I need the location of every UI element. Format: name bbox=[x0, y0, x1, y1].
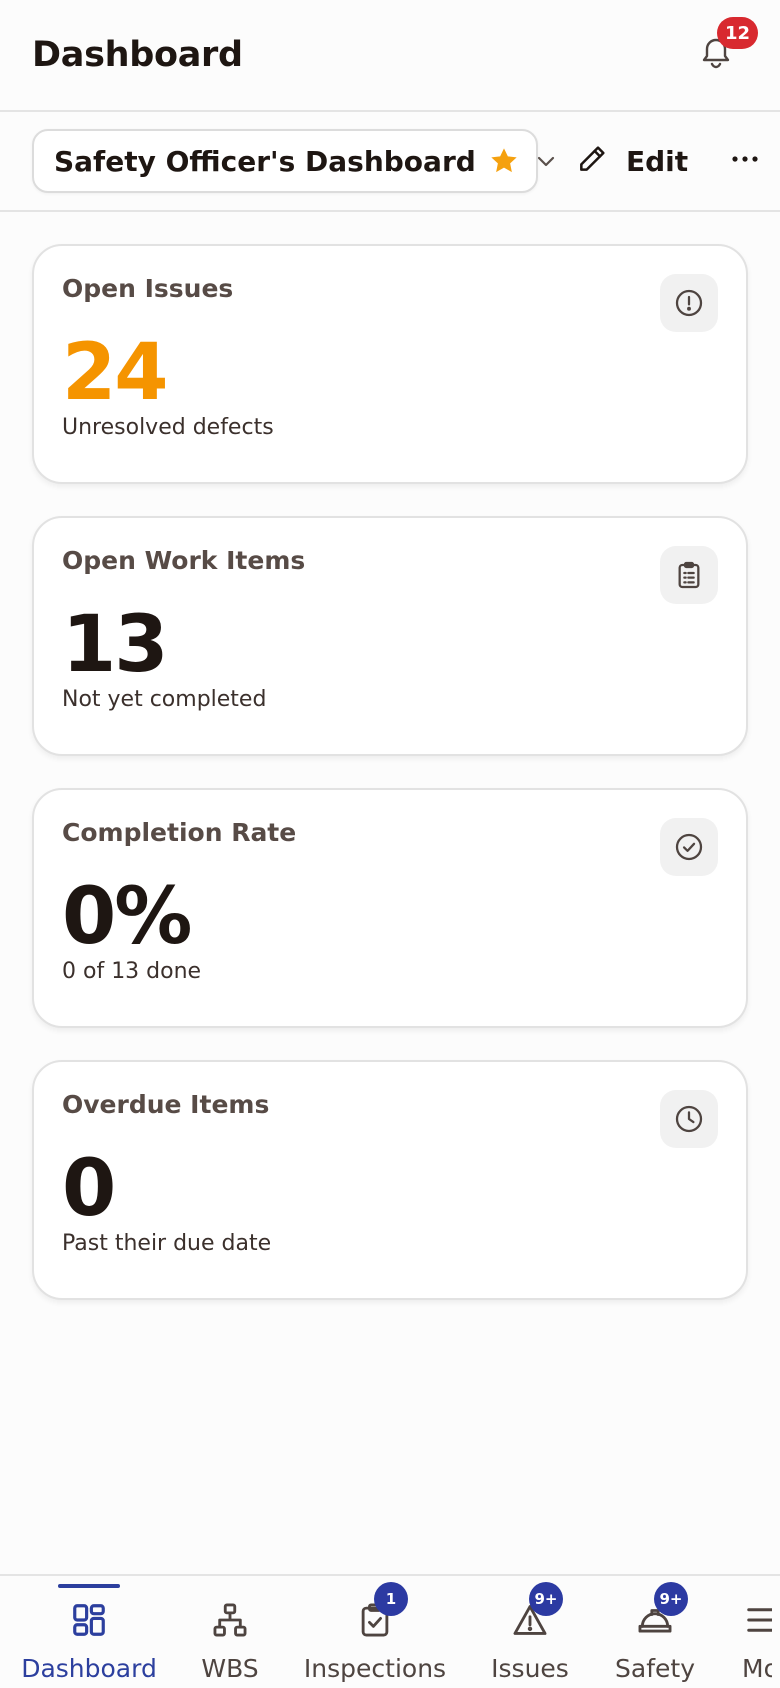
nav-item-dashboard[interactable]: Dashboard bbox=[21, 1576, 157, 1688]
inspections-count-badge: 1 bbox=[374, 1582, 408, 1616]
check-circle-icon bbox=[660, 818, 718, 876]
nav-label: Dashboard bbox=[21, 1654, 157, 1683]
card-title: Open Issues bbox=[62, 274, 234, 303]
card-title: Completion Rate bbox=[62, 818, 297, 847]
card-title: Overdue Items bbox=[62, 1090, 270, 1119]
safety-count-badge: 9+ bbox=[654, 1582, 688, 1616]
clock-icon bbox=[660, 1090, 718, 1148]
issues-count-badge: 9+ bbox=[529, 1582, 563, 1616]
card-subtitle: Unresolved defects bbox=[62, 415, 274, 440]
hard-hat-icon: 9+ bbox=[636, 1582, 688, 1640]
pencil-icon bbox=[576, 143, 608, 179]
card-title: Open Work Items bbox=[62, 546, 306, 575]
active-tab-indicator bbox=[58, 1584, 120, 1588]
open-issues-card[interactable]: Open Issues 24 Unresolved defects bbox=[32, 244, 748, 484]
nav-label: Inspections bbox=[303, 1654, 447, 1683]
card-value: 13 bbox=[62, 600, 169, 690]
top-header: Dashboard 12 bbox=[0, 0, 780, 112]
clipboard-check-icon: 1 bbox=[356, 1582, 408, 1640]
alert-circle-icon bbox=[660, 274, 718, 332]
app-screen: Dashboard 12 Safety Officer's Dashboard bbox=[0, 0, 780, 1688]
hierarchy-icon bbox=[211, 1600, 249, 1640]
nav-item-more[interactable]: More bbox=[732, 1576, 772, 1688]
menu-icon bbox=[744, 1600, 772, 1640]
edit-label: Edit bbox=[626, 144, 689, 178]
card-value: 0% bbox=[62, 872, 192, 962]
overdue-items-card[interactable]: Overdue Items 0 Past their due date bbox=[32, 1060, 748, 1300]
nav-item-issues[interactable]: 9+ Issues bbox=[480, 1576, 580, 1688]
more-options-button[interactable] bbox=[730, 144, 760, 178]
card-subtitle: Not yet completed bbox=[62, 687, 267, 712]
nav-label: WBS bbox=[201, 1654, 259, 1683]
dashboard-grid-icon bbox=[70, 1600, 108, 1640]
card-subtitle: Past their due date bbox=[62, 1231, 272, 1256]
more-horizontal-icon bbox=[730, 144, 760, 178]
nav-item-safety[interactable]: 9+ Safety bbox=[610, 1576, 700, 1688]
card-subtitle: 0 of 13 done bbox=[62, 959, 202, 984]
nav-item-wbs[interactable]: WBS bbox=[190, 1576, 270, 1688]
page-title: Dashboard bbox=[32, 35, 243, 75]
edit-button[interactable]: Edit bbox=[576, 143, 688, 179]
bottom-navigation: Dashboard WBS 1 Inspections 9+ Issues 9+… bbox=[0, 1574, 780, 1688]
dashboard-toolbar: Safety Officer's Dashboard Edit bbox=[0, 112, 780, 212]
nav-label: Safety bbox=[615, 1654, 695, 1683]
stat-cards: Open Issues 24 Unresolved defects Open W… bbox=[0, 212, 780, 1300]
dashboard-selector[interactable]: Safety Officer's Dashboard bbox=[32, 129, 554, 193]
notifications-button[interactable]: 12 bbox=[688, 17, 758, 83]
clipboard-list-icon bbox=[660, 546, 718, 604]
completion-rate-card[interactable]: Completion Rate 0% 0 of 13 done bbox=[32, 788, 748, 1028]
card-value: 0 bbox=[62, 1144, 116, 1234]
open-work-items-card[interactable]: Open Work Items 13 Not yet completed bbox=[32, 516, 748, 756]
favorite-star-icon[interactable] bbox=[488, 145, 520, 177]
dashboard-name: Safety Officer's Dashboard bbox=[54, 144, 476, 178]
notification-count-badge: 12 bbox=[716, 17, 758, 49]
nav-item-inspections[interactable]: 1 Inspections bbox=[302, 1576, 448, 1688]
chevron-down-icon bbox=[534, 149, 558, 173]
card-value: 24 bbox=[62, 328, 169, 418]
warning-triangle-icon: 9+ bbox=[511, 1582, 563, 1640]
nav-label: Issues bbox=[491, 1654, 569, 1683]
nav-label: More bbox=[742, 1654, 772, 1683]
